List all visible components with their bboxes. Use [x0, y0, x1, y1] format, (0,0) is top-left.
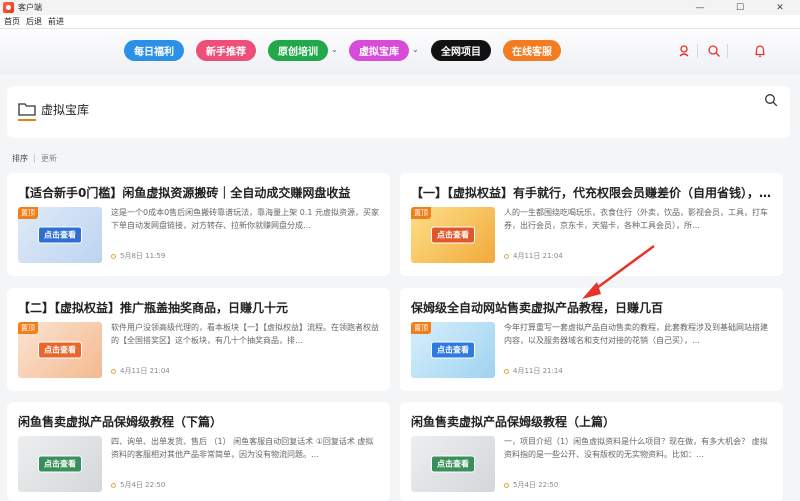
sort-bar: 排序 更新	[12, 153, 57, 164]
post-thumbnail[interactable]: 点击查看	[18, 436, 102, 492]
bell-icon[interactable]	[753, 44, 767, 58]
clock-icon	[111, 368, 116, 374]
title-underline	[18, 119, 36, 121]
window-title: 客户端	[18, 3, 42, 12]
chevron-down-icon[interactable]: ⌄	[412, 45, 419, 54]
pinned-badge: 置顶	[18, 207, 38, 219]
post-thumbnail[interactable]: 置顶 点击查看	[411, 322, 495, 378]
close-button[interactable]: ✕	[760, 0, 800, 15]
pinned-badge: 置顶	[411, 207, 431, 219]
post-date-text: 5月8日 11:59	[120, 252, 166, 260]
folder-icon	[18, 103, 36, 116]
post-title[interactable]: 【一】【虚拟权益】有手就行，代充权限会员赚差价（自用省钱），…	[411, 184, 773, 201]
post-date-text: 4月11日 21:04	[513, 252, 563, 260]
post-date-text: 4月11日 21:04	[120, 367, 170, 375]
view-button[interactable]: 点击查看	[431, 341, 475, 359]
post-date-text: 4月11日 21:14	[513, 367, 563, 375]
nav-online-service[interactable]: 在线客服	[503, 40, 561, 61]
category-header-panel: 虚拟宝库	[7, 86, 790, 138]
nav-virtual-treasury[interactable]: 虚拟宝库	[349, 40, 409, 61]
post-description: 四、询单、出单发货、售后 （1） 闲鱼客服自动回复话术 ①回复话术 虚拟资料的客…	[111, 437, 374, 459]
post-card[interactable]: 【一】【虚拟权益】有手就行，代充权限会员赚差价（自用省钱），… 置顶 点击查看 …	[400, 173, 783, 276]
post-thumbnail[interactable]: 置顶 点击查看	[18, 207, 102, 263]
clock-icon	[504, 253, 509, 259]
search-icon[interactable]	[707, 44, 721, 58]
clock-icon	[504, 368, 509, 374]
top-nav: 每日福利 新手推荐 原创培训 ⌄ 虚拟宝库 ⌄ 全网项目 在线客服	[0, 29, 800, 74]
nav-all-projects[interactable]: 全网项目	[431, 40, 491, 61]
view-button[interactable]: 点击查看	[38, 341, 82, 359]
post-thumbnail[interactable]: 置顶 点击查看	[18, 322, 102, 378]
post-description: 这是一个0成本0售后闲鱼搬砖靠谱玩法，靠海量上架 0.1 元虚拟资源，买家下单自…	[111, 208, 379, 230]
post-card[interactable]: 闲鱼售卖虚拟产品保姆级教程（下篇） 点击查看 四、询单、出单发货、售后 （1） …	[7, 402, 390, 501]
post-thumbnail[interactable]: 点击查看	[411, 436, 495, 492]
view-button[interactable]: 点击查看	[38, 455, 82, 473]
menu-home[interactable]: 首页	[4, 16, 20, 27]
post-card[interactable]: 保姆级全自动网站售卖虚拟产品教程，日赚几百 置顶 点击查看 今年打算重写一套虚拟…	[400, 288, 783, 391]
post-title[interactable]: 闲鱼售卖虚拟产品保姆级教程（上篇）	[411, 413, 773, 430]
post-date: 4月11日 21:04	[504, 251, 563, 261]
title-bar: 客户端 — ☐ ✕	[0, 0, 800, 15]
post-date: 4月11日 21:04	[111, 366, 170, 376]
post-date: 5月4日 22:50	[111, 480, 165, 490]
post-thumbnail[interactable]: 置顶 点击查看	[411, 207, 495, 263]
post-card[interactable]: 【适合新手0门槛】闲鱼虚拟资源搬砖｜全自动成交赚网盘收益 置顶 点击查看 这是一…	[7, 173, 390, 276]
post-description: 今年打算重写一套虚拟产品自动售卖的教程，此套教程涉及到基础网站搭建内容，以及服务…	[504, 323, 768, 345]
maximize-button[interactable]: ☐	[720, 0, 760, 15]
page-title: 虚拟宝库	[41, 103, 90, 117]
menu-forward[interactable]: 前进	[48, 16, 64, 27]
view-button[interactable]: 点击查看	[431, 455, 475, 473]
view-button[interactable]: 点击查看	[431, 226, 475, 244]
menu-bar: 首页 后退 前进	[0, 15, 800, 29]
post-title[interactable]: 闲鱼售卖虚拟产品保姆级教程（下篇）	[18, 413, 380, 430]
post-title[interactable]: 保姆级全自动网站售卖虚拟产品教程，日赚几百	[411, 299, 773, 316]
clock-icon	[111, 482, 116, 488]
nav-original-training[interactable]: 原创培训	[268, 40, 328, 61]
post-description: 人的一生都围绕吃喝玩乐，衣食住行（外卖，饮品，影视会员，工具，打车券，出行会员，…	[504, 208, 768, 230]
post-date-text: 5月4日 22:50	[120, 481, 166, 489]
post-card[interactable]: 闲鱼售卖虚拟产品保姆级教程（上篇） 点击查看 一，项目介绍（1）闲鱼虚拟资料是什…	[400, 402, 783, 501]
nav-daily-welfare[interactable]: 每日福利	[124, 40, 184, 61]
sort-tab-sort[interactable]: 排序	[12, 153, 28, 164]
nav-divider	[727, 44, 728, 58]
post-title[interactable]: 【二】【虚拟权益】推广瓶盖抽奖商品，日赚几十元	[18, 299, 380, 316]
view-button[interactable]: 点击查看	[38, 226, 82, 244]
post-date: 5月4日 22:50	[504, 480, 558, 490]
post-card[interactable]: 【二】【虚拟权益】推广瓶盖抽奖商品，日赚几十元 置顶 点击查看 软件用户没领高级…	[7, 288, 390, 391]
pinned-badge: 置顶	[411, 322, 431, 334]
minimize-button[interactable]: —	[680, 0, 720, 15]
clock-icon	[504, 482, 509, 488]
chevron-down-icon[interactable]: ⌄	[331, 45, 338, 54]
menu-back[interactable]: 后退	[26, 16, 42, 27]
user-icon[interactable]	[677, 44, 691, 58]
sort-tab-update[interactable]: 更新	[41, 153, 57, 164]
search-icon[interactable]	[764, 93, 778, 107]
post-date: 4月11日 21:14	[504, 366, 563, 376]
pinned-badge: 置顶	[18, 322, 38, 334]
clock-icon	[111, 253, 116, 259]
post-date: 5月8日 11:59	[111, 251, 165, 261]
post-date-text: 5月4日 22:50	[513, 481, 559, 489]
app-logo-icon	[3, 2, 14, 13]
nav-divider	[697, 44, 698, 58]
post-description: 软件用户没领高级代理的，看本板块【一】【虚拟权益】流程。在领跑者权益的【全国搭奖…	[111, 323, 379, 345]
sort-divider	[34, 154, 35, 163]
post-title[interactable]: 【适合新手0门槛】闲鱼虚拟资源搬砖｜全自动成交赚网盘收益	[18, 184, 380, 201]
nav-newbie-recommend[interactable]: 新手推荐	[196, 40, 256, 61]
post-description: 一，项目介绍（1）闲鱼虚拟资料是什么项目？现在做，有多大机会？ 虚拟资料指的是一…	[504, 437, 768, 459]
